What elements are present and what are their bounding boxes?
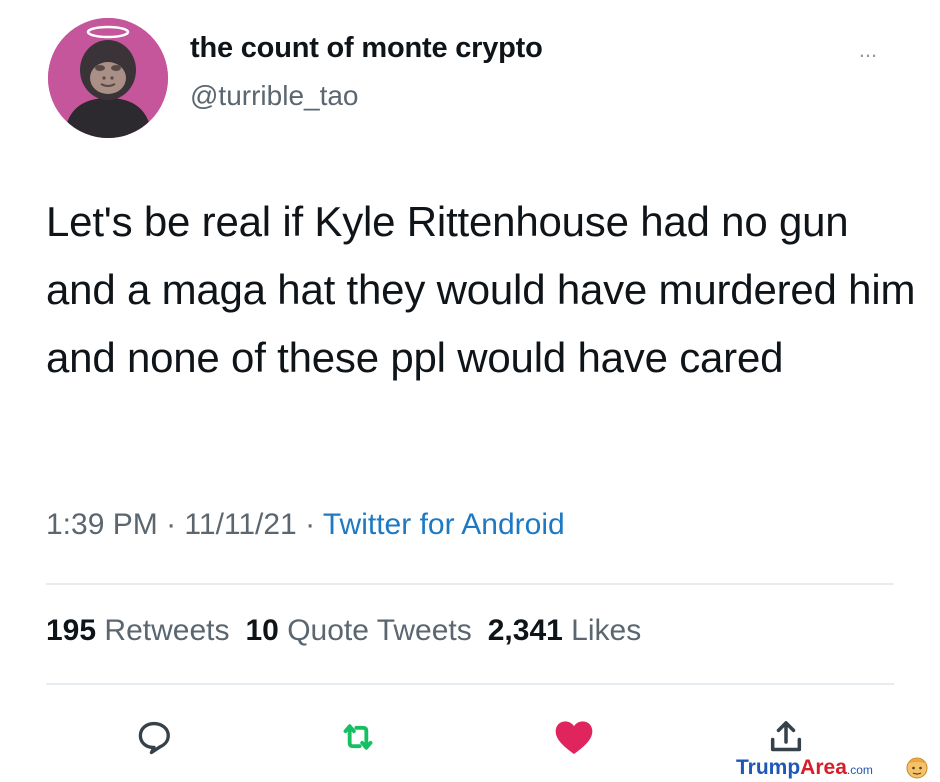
more-options-icon[interactable]: ... (848, 39, 888, 61)
watermark-part1: Trump (736, 756, 801, 779)
retweet-button[interactable] (336, 715, 380, 759)
divider (46, 583, 894, 585)
likes-stat[interactable]: 2,341 Likes (488, 614, 641, 647)
reply-button[interactable] (132, 715, 176, 759)
heart-icon (555, 721, 593, 755)
quote-tweets-stat[interactable]: 10 Quote Tweets (245, 614, 471, 647)
quote-tweets-label: Quote Tweets (287, 614, 472, 647)
likes-count: 2,341 (487, 614, 563, 647)
tweet-text: Let's be real if Kyle Rittenhouse had no… (46, 198, 916, 381)
reply-icon (138, 721, 170, 755)
watermark-part2: Area (800, 756, 847, 779)
retweets-label: Retweets (104, 614, 230, 647)
share-icon (770, 721, 802, 752)
watermark-part3: .com (846, 763, 873, 777)
like-button[interactable] (552, 715, 596, 759)
tweet-date[interactable]: 11/11/21 (184, 508, 296, 541)
meta-separator: · (305, 508, 316, 541)
retweets-count: 195 (46, 614, 97, 647)
divider (46, 683, 894, 685)
tweet-meta: 1:39 PM · 11/11/21 · Twitter for Android (46, 508, 565, 542)
share-button[interactable] (764, 715, 808, 759)
site-watermark: TrumpArea.com (736, 756, 873, 780)
likes-label: Likes (571, 614, 642, 647)
retweets-stat[interactable]: 195 Retweets (46, 614, 229, 647)
tweet-source[interactable]: Twitter for Android (323, 508, 565, 541)
user-handle[interactable]: @turrible_tao (190, 80, 359, 112)
meta-separator: · (166, 508, 177, 541)
watermark-logo-icon (906, 757, 928, 779)
avatar[interactable] (48, 18, 168, 138)
tweet-stats: 195 Retweets 10 Quote Tweets 2,341 Likes (46, 614, 641, 648)
tweet-time[interactable]: 1:39 PM (46, 508, 158, 541)
quote-tweets-count: 10 (245, 614, 279, 647)
monkey-avatar-image (48, 18, 168, 138)
retweet-icon (343, 724, 373, 750)
display-name[interactable]: the count of monte crypto (190, 32, 543, 65)
